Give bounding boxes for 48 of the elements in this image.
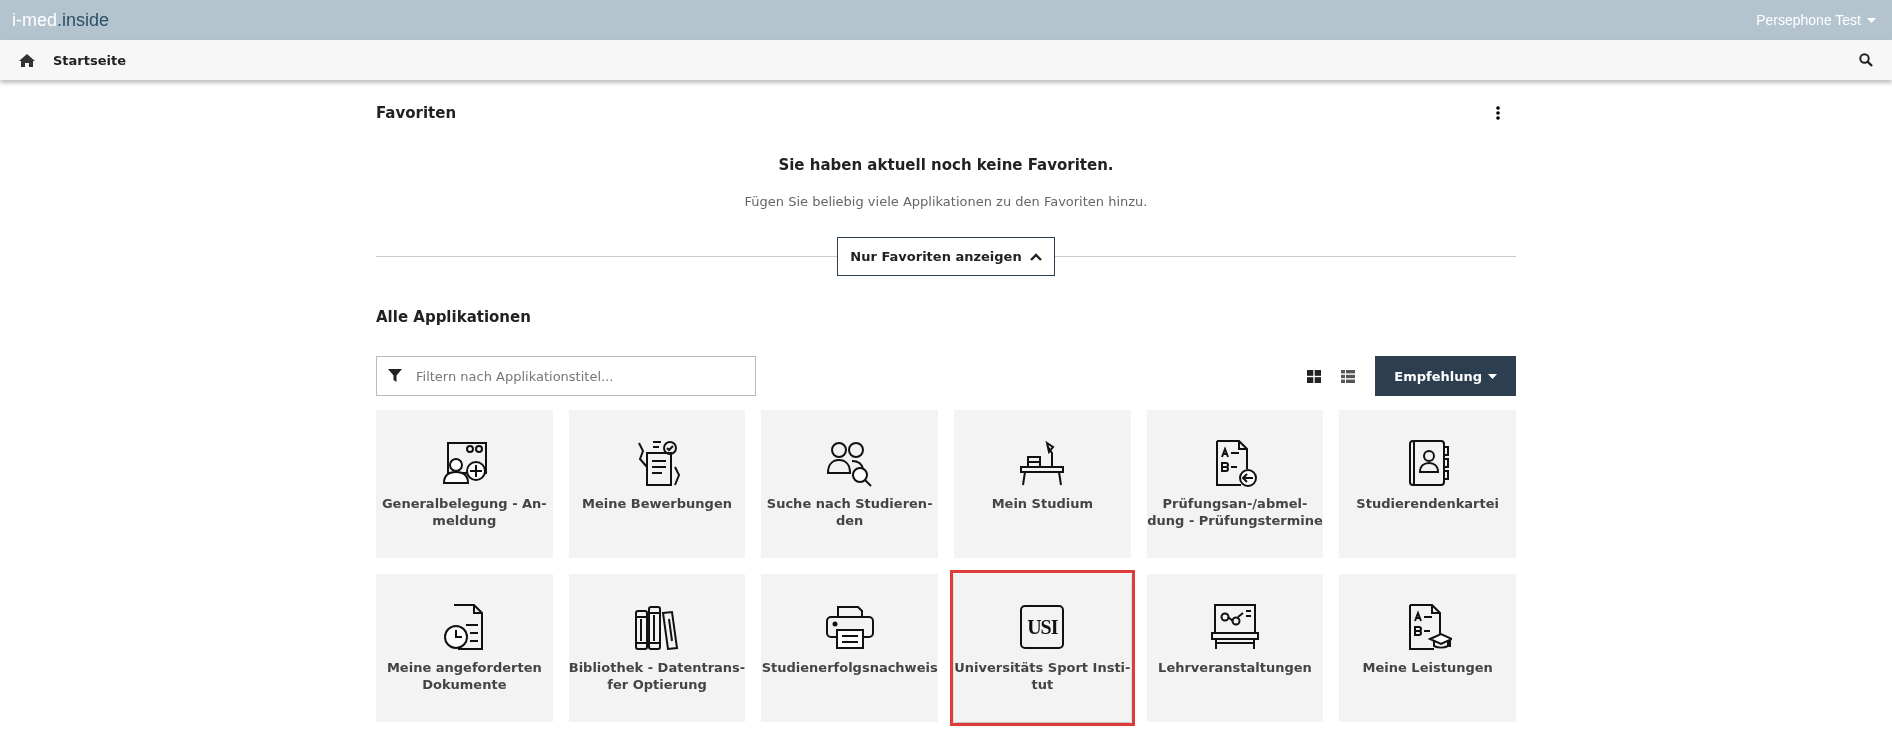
list-view-icon[interactable] — [1341, 369, 1356, 383]
app-tile[interactable]: Meine Leistungen — [1339, 574, 1516, 722]
tile-label: Prüfungsan-/abmel- dung - Prüfungstermine — [1147, 496, 1323, 530]
app-tile[interactable]: Studierendenkartei — [1339, 410, 1516, 558]
chevron-icon — [1029, 252, 1042, 261]
app-tile[interactable]: Mein Studium — [954, 410, 1131, 558]
section-title: Alle Applikationen — [376, 308, 532, 326]
section-title: Favoriten — [376, 104, 457, 122]
app-tile[interactable]: Prüfungsan-/abmel- dung - Prüfungstermine — [1146, 410, 1324, 558]
logo-icon: USI — [1020, 605, 1065, 649]
grid-view-icon[interactable] — [1307, 369, 1322, 383]
logo[interactable]: i-med.inside — [12, 9, 110, 31]
caret-icon — [1867, 17, 1876, 23]
tile-label: Universitäts Sport Insti- tut — [954, 660, 1131, 694]
tile-label: Bibliothek - Datentrans- fer Optierung — [568, 660, 746, 694]
app-tile[interactable]: Meine Bewerbungen — [568, 410, 746, 558]
tile-label: Lehrveranstaltungen — [1158, 660, 1312, 677]
desk-icon — [1018, 439, 1067, 487]
app-tile[interactable]: Suche nach Studieren- den — [761, 410, 938, 558]
breadcrumb-link[interactable]: Startseite — [53, 52, 127, 68]
books-icon — [633, 603, 681, 651]
tile-label: Meine Bewerbungen — [582, 496, 732, 513]
app-tile[interactable]: Studienerfolgsnachweis — [761, 574, 938, 722]
favorites-toggle-button[interactable]: Nur Favoriten anzeigen — [837, 237, 1055, 276]
app-tile[interactable]: Generalbelegung - An- meldung — [376, 410, 553, 558]
sort-dropdown[interactable]: Empfehlung — [1375, 356, 1516, 396]
empty-state-title: Sie haben aktuell noch keine Favoriten. — [777, 156, 1115, 174]
app-tile[interactable]: Bibliothek - Datentrans- fer Optierung — [568, 574, 746, 722]
more-options-icon[interactable] — [1496, 106, 1500, 120]
filter-field[interactable]: Filtern nach Applikationstitel... — [376, 356, 756, 396]
presentation-board-icon — [1210, 603, 1260, 651]
tile-label: Mein Studium — [991, 496, 1093, 513]
printer-icon — [824, 603, 875, 651]
caret-icon — [1488, 373, 1497, 379]
tile-label: Studierendenkartei — [1356, 496, 1499, 513]
people-search-icon — [825, 439, 874, 487]
tile-label: Meine Leistungen — [1362, 660, 1493, 677]
filter-icon — [388, 369, 402, 383]
empty-state-text: Fügen Sie beliebig viele Applikationen zu den Favoriten hinzu. — [743, 194, 1149, 209]
app-tile[interactable]: Meine angeforderten Dokumente — [376, 574, 553, 722]
tile-label: Suche nach Studieren- den — [766, 496, 933, 530]
tile-label: Studienerfolgsnachweis — [761, 660, 938, 677]
app-tile[interactable]: Lehrveranstaltungen — [1146, 574, 1324, 722]
tile-label: Generalbelegung - An- meldung — [381, 496, 547, 530]
person-add-icon — [440, 439, 489, 487]
home-icon[interactable] — [19, 53, 35, 67]
tile-label: Meine angeforderten Dokumente — [386, 660, 542, 694]
search-icon[interactable] — [1859, 53, 1873, 67]
